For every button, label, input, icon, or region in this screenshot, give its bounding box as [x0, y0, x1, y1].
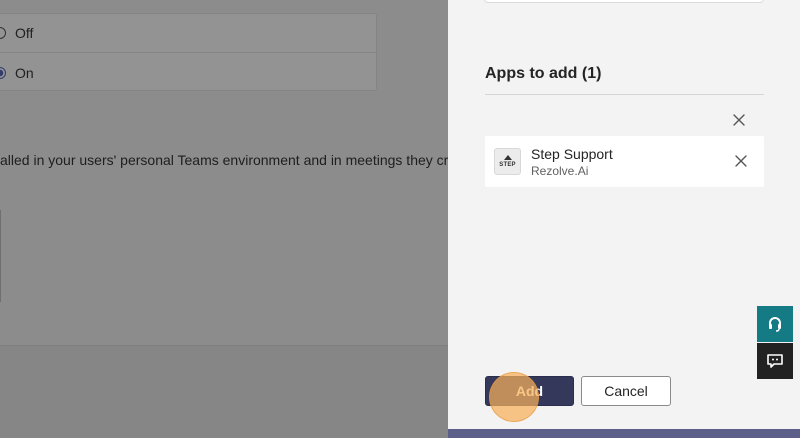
add-button[interactable]: Add — [485, 376, 574, 406]
option-off-radio[interactable] — [0, 27, 6, 39]
search-box-stub[interactable] — [484, 0, 764, 3]
add-apps-panel: Apps to add (1) STEP Step Support Rezolv… — [448, 0, 800, 438]
section-divider — [485, 94, 764, 95]
cancel-button[interactable]: Cancel — [581, 376, 671, 406]
background-footer — [0, 345, 448, 438]
availability-options-card: Off On — [0, 13, 377, 91]
remove-app-close-icon[interactable] — [733, 153, 749, 169]
app-name: Step Support — [531, 146, 613, 162]
chat-feedback-icon[interactable] — [757, 343, 793, 379]
option-off-row[interactable]: Off — [0, 14, 376, 53]
option-off-label: Off — [15, 25, 34, 41]
app-list-item: STEP Step Support Rezolve.Ai — [485, 136, 764, 187]
step-logo-mark-icon — [503, 155, 512, 160]
app-publisher: Rezolve.Ai — [531, 164, 589, 178]
clear-all-close-icon[interactable] — [731, 112, 747, 128]
option-on-label: On — [15, 64, 34, 81]
step-logo-icon: STEP — [494, 148, 521, 175]
option-on-row[interactable]: On — [0, 53, 376, 92]
background-list-edge — [0, 210, 1, 302]
headset-icon[interactable] — [757, 306, 793, 342]
option-on-radio[interactable] — [0, 66, 6, 79]
app-logo-text: STEP — [499, 162, 516, 168]
apps-to-add-title: Apps to add (1) — [485, 65, 602, 82]
installed-apps-description: alled in your users' personal Teams envi… — [0, 152, 448, 168]
background-settings-page: Off On alled in your users' personal Tea… — [0, 0, 448, 438]
panel-bottom-bar — [448, 429, 800, 438]
